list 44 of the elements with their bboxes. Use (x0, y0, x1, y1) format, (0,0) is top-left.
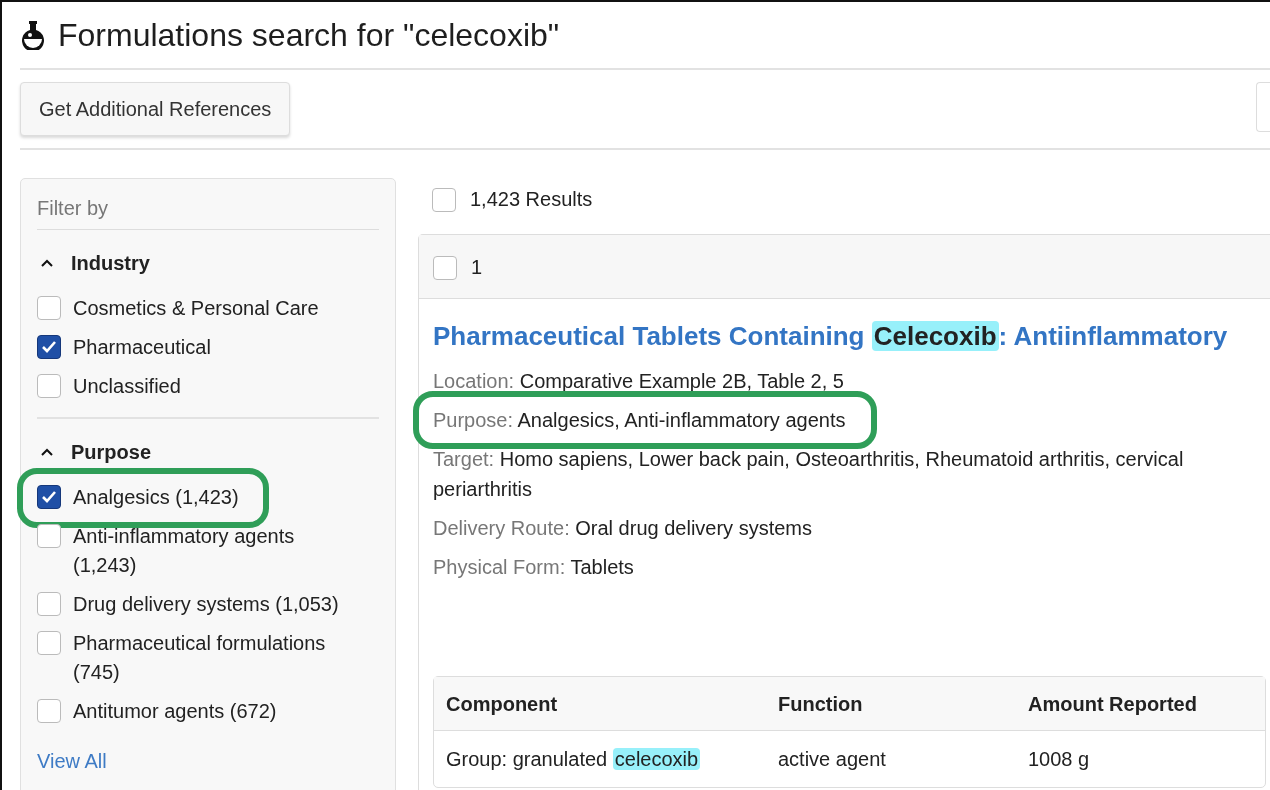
toolbar-button[interactable] (1256, 82, 1270, 132)
filter-option[interactable]: Unclassified (73, 372, 181, 401)
result-field: Location: Comparative Example 2B, Table 2, 5 (433, 366, 844, 396)
table-cell-text: active agent (778, 747, 887, 772)
column-header: Component (446, 691, 559, 717)
checkbox[interactable] (433, 255, 457, 280)
checkbox[interactable] (37, 592, 61, 616)
table-cell-text: 1008 g (1028, 747, 1091, 772)
filter-option[interactable]: Antitumor agents (672) (73, 697, 277, 726)
page-title: Formulations search for "celecoxib" (58, 16, 560, 55)
checkbox[interactable] (37, 335, 61, 359)
filter-group-title[interactable]: Purpose (71, 437, 152, 467)
result-number: 1 (471, 254, 483, 280)
toolbar-button[interactable]: Get Additional References (20, 82, 291, 136)
result-field: Delivery Route: Oral drug delivery systems (433, 513, 812, 543)
result-field: Purpose: Analgesics, Anti-inflammatory agents (433, 405, 846, 435)
caret-icon[interactable] (41, 448, 53, 456)
check-icon (41, 490, 57, 504)
checkbox[interactable] (37, 524, 61, 548)
checkbox[interactable] (37, 485, 61, 509)
filter-heading: Filter by (37, 193, 379, 230)
check-icon (41, 340, 57, 354)
result-field: Target: Homo sapiens, Lower back pain, Osteoarthritis, Rheumatoid arthritis, cervical periarthritis (433, 444, 1256, 504)
checkbox[interactable] (37, 699, 61, 723)
column-header: Amount Reported (1028, 691, 1198, 717)
result-field: Physical Form: Tablets (433, 552, 634, 582)
flask-icon (20, 20, 46, 50)
filter-group-title[interactable]: Industry (71, 248, 150, 278)
column-header: Function (778, 691, 864, 717)
view-all-link[interactable]: View All (37, 746, 107, 776)
table-cell-text: Group: granulated celecoxib (446, 747, 702, 772)
checkbox[interactable] (37, 631, 61, 655)
select-all-checkbox[interactable] (432, 188, 456, 212)
filter-option[interactable]: Drug delivery systems (1,053) (73, 590, 339, 619)
checkbox[interactable] (37, 374, 61, 398)
caret-icon[interactable] (41, 259, 53, 267)
filter-option[interactable]: Pharmaceutical formulations (745) (73, 629, 353, 687)
filter-option[interactable]: Pharmaceutical (73, 333, 211, 362)
filter-option[interactable]: Cosmetics & Personal Care (73, 294, 319, 323)
filter-option[interactable]: Anti-inflammatory agents (1,243) (73, 522, 353, 580)
result-title-link[interactable]: Pharmaceutical Tablets Containing Celecoxib: Antiinflammatory (433, 317, 1228, 356)
checkbox[interactable] (37, 296, 61, 320)
results-count: 1,423 Results (470, 187, 593, 212)
filter-option[interactable]: Analgesics (1,423) (73, 483, 239, 512)
